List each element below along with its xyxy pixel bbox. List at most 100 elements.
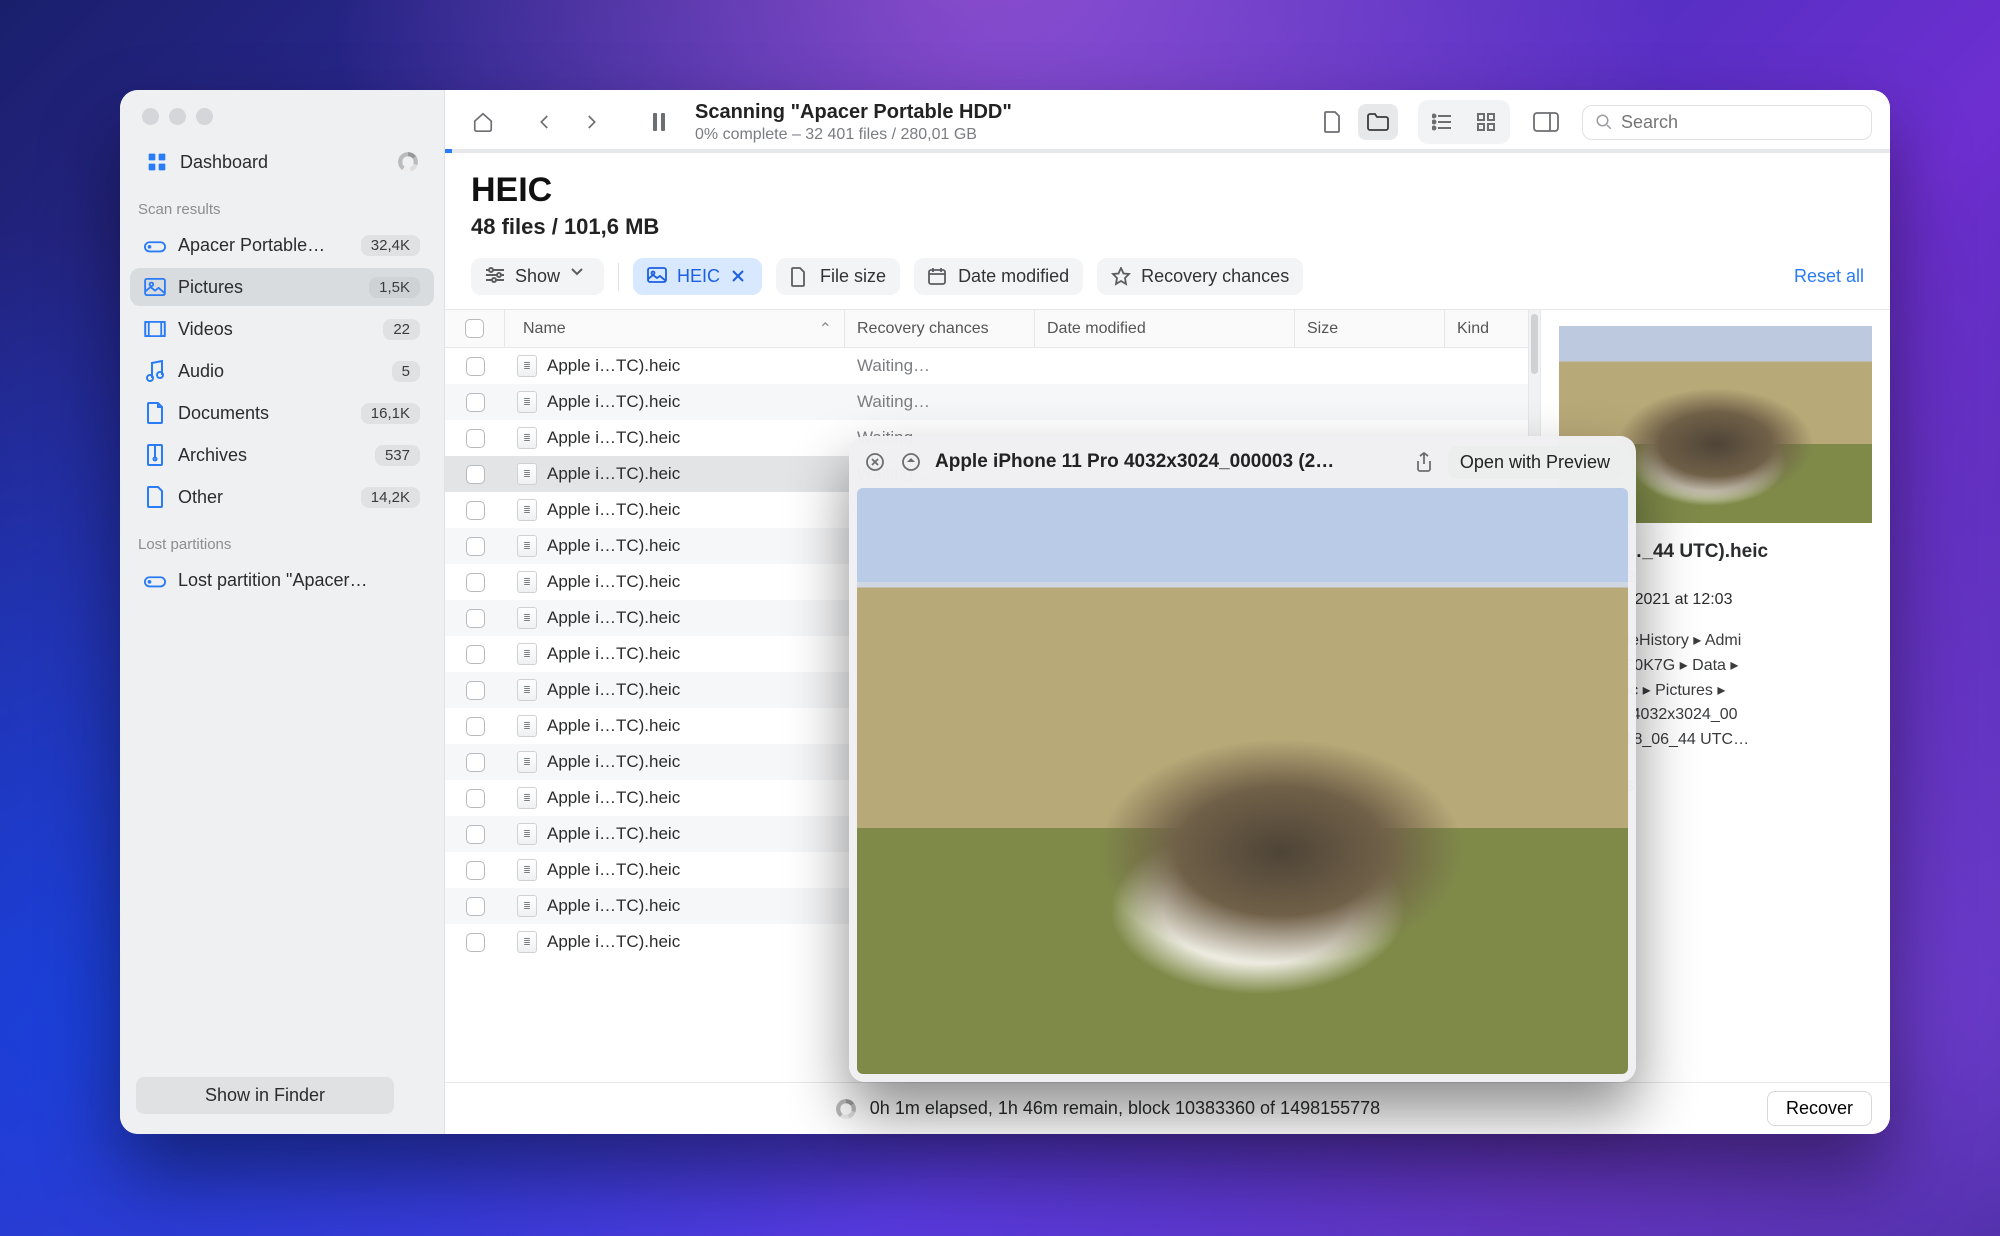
row-checkbox[interactable] [466,897,485,916]
column-date[interactable]: Date modified [1035,310,1295,347]
show-in-finder-button[interactable]: Show in Finder [136,1077,394,1114]
sidebar-item-drive[interactable]: Apacer Portable… 32,4K [130,226,434,264]
column-checkbox[interactable] [445,310,505,347]
dashboard-icon [146,151,168,173]
sidebar-item-videos[interactable]: Videos 22 [130,310,434,348]
view-file-button[interactable] [1312,104,1352,140]
close-window-dot[interactable] [142,108,159,125]
filter-show-button[interactable]: Show [471,258,604,295]
table-header: Name ⌃ Recovery chances Date modified Si… [445,310,1528,348]
row-checkbox[interactable] [466,861,485,880]
row-filename: Apple i…TC).heic [547,644,680,664]
sidebar-item-label: Videos [178,319,371,340]
row-checkbox[interactable] [466,609,485,628]
row-checkbox[interactable] [466,393,485,412]
row-filename: Apple i…TC).heic [547,572,680,592]
row-checkbox[interactable] [466,357,485,376]
row-name-cell: Apple i…TC).heic [505,780,845,816]
heic-file-icon [517,391,537,413]
pause-scan-button[interactable] [639,104,679,140]
toggle-inspector-button[interactable] [1526,104,1566,140]
select-all-checkbox[interactable] [465,319,484,338]
image-icon [647,267,667,287]
row-name-cell: Apple i…TC).heic [505,816,845,852]
slideshow-icon[interactable] [899,450,923,474]
view-folder-button[interactable] [1358,104,1398,140]
drive-icon [144,234,166,256]
quicklook-window[interactable]: Apple iPhone 11 Pro 4032x3024_000003 (2…… [849,436,1636,1082]
row-filename: Apple i…TC).heic [547,860,680,880]
row-checkbox-cell [445,636,505,672]
row-checkbox[interactable] [466,717,485,736]
sidebar-item-audio[interactable]: Audio 5 [130,352,434,390]
row-name-cell: Apple i…TC).heic [505,888,845,924]
row-checkbox[interactable] [466,645,485,664]
heic-file-icon [517,427,537,449]
sidebar-item-pictures[interactable]: Pictures 1,5K [130,268,434,306]
close-icon[interactable] [863,450,887,474]
sidebar-item-badge: 16,1K [361,403,420,424]
row-checkbox-cell [445,492,505,528]
filter-chip-label: HEIC [677,266,720,287]
sidebar-item-label: Apacer Portable… [178,235,349,256]
sidebar-item-lost-partition[interactable]: Lost partition "Apacer… [130,561,434,599]
filter-date-modified[interactable]: Date modified [914,258,1083,295]
heic-file-icon [517,787,537,809]
scan-progress-bar [445,149,1890,153]
toolbar: Scanning "Apacer Portable HDD" 0% comple… [445,90,1890,149]
table-row[interactable]: Apple i…TC).heicWaiting… [445,384,1528,420]
filter-chip-heic[interactable]: HEIC [633,258,762,295]
row-checkbox[interactable] [466,825,485,844]
row-checkbox-cell [445,708,505,744]
share-icon[interactable] [1412,450,1436,474]
column-name[interactable]: Name ⌃ [505,310,845,347]
minimize-window-dot[interactable] [169,108,186,125]
sidebar-dashboard[interactable]: Dashboard [130,141,434,183]
recover-button[interactable]: Recover [1767,1091,1872,1126]
sidebar-item-badge: 32,4K [361,235,420,256]
filter-file-size[interactable]: File size [776,258,900,295]
column-size[interactable]: Size [1295,310,1445,347]
column-recovery[interactable]: Recovery chances [845,310,1035,347]
search-input[interactable] [1621,112,1859,133]
row-checkbox-cell [445,744,505,780]
column-kind[interactable]: Kind [1445,310,1528,347]
row-checkbox[interactable] [466,789,485,808]
nav-forward-button[interactable] [571,104,611,140]
sidebar-item-documents[interactable]: Documents 16,1K [130,394,434,432]
row-name-cell: Apple i…TC).heic [505,924,845,960]
row-filename: Apple i…TC).heic [547,752,680,772]
row-checkbox[interactable] [466,753,485,772]
sidebar-item-other[interactable]: Other 14,2K [130,478,434,516]
content-subtitle: 48 files / 101,6 MB [471,214,1864,240]
row-checkbox[interactable] [466,933,485,952]
reset-all-link[interactable]: Reset all [1794,266,1864,287]
sidebar-item-archives[interactable]: Archives 537 [130,436,434,474]
content-title: HEIC [471,171,1864,210]
open-with-preview-button[interactable]: Open with Preview [1448,446,1622,479]
heic-file-icon [517,499,537,521]
audio-icon [144,360,166,382]
home-button[interactable] [463,104,503,140]
row-checkbox[interactable] [466,429,485,448]
view-list-button[interactable] [1422,104,1462,140]
row-checkbox-cell [445,888,505,924]
heic-file-icon [517,607,537,629]
remove-filter-icon[interactable] [730,268,748,286]
row-date-cell [1035,384,1295,420]
other-icon [144,486,166,508]
row-checkbox-cell [445,456,505,492]
sidebar-item-label: Pictures [178,277,357,298]
row-filename: Apple i…TC).heic [547,932,680,952]
row-checkbox[interactable] [466,465,485,484]
nav-back-button[interactable] [525,104,565,140]
table-row[interactable]: Apple i…TC).heicWaiting… [445,348,1528,384]
row-checkbox[interactable] [466,573,485,592]
row-checkbox[interactable] [466,681,485,700]
row-checkbox[interactable] [466,501,485,520]
search-field[interactable] [1582,105,1872,140]
view-grid-button[interactable] [1466,104,1506,140]
row-checkbox[interactable] [466,537,485,556]
filter-recovery-chances[interactable]: Recovery chances [1097,258,1303,295]
zoom-window-dot[interactable] [196,108,213,125]
